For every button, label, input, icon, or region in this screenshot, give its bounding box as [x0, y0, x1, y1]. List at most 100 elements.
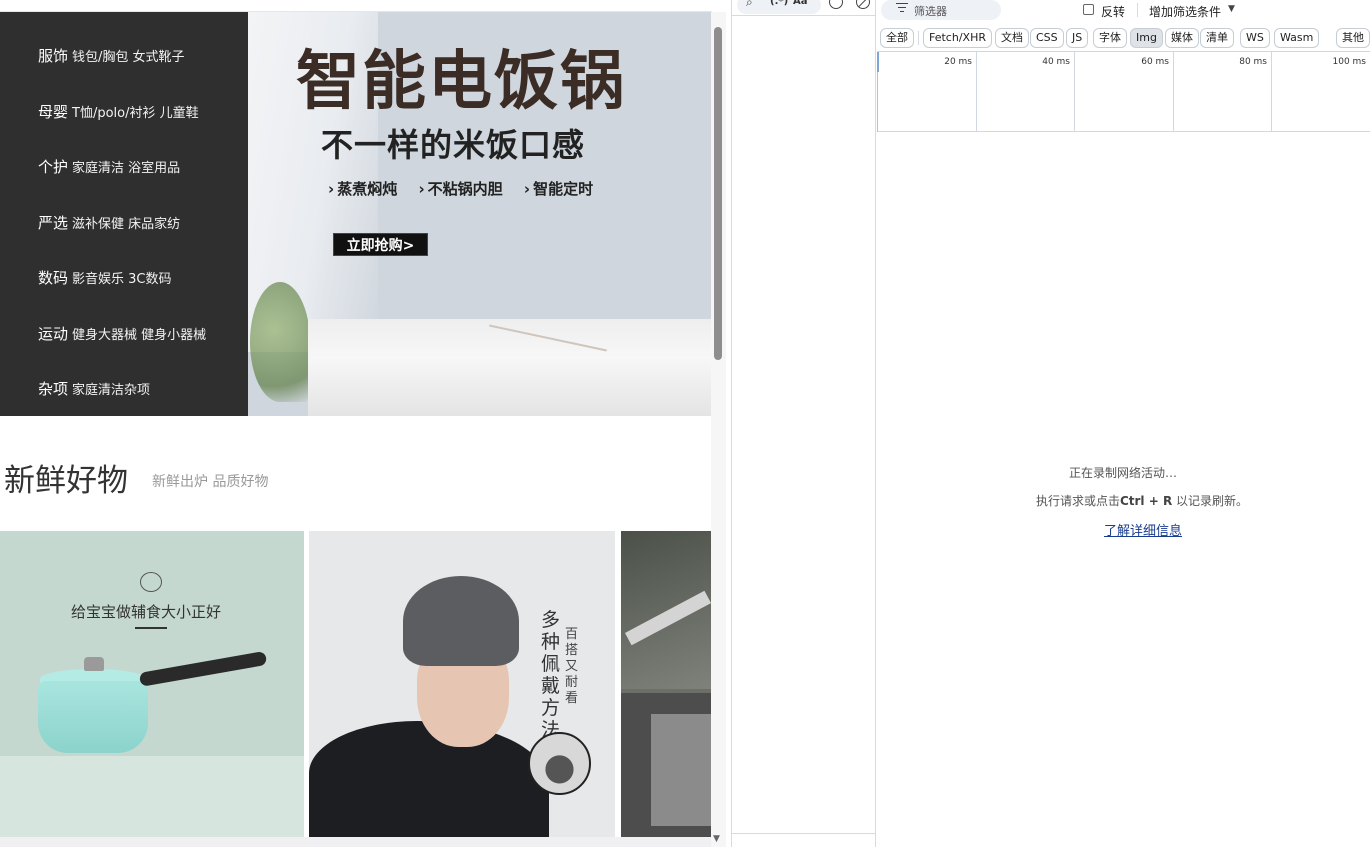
banner-feature: 智能定时 — [524, 180, 593, 198]
type-filter-chip[interactable]: 清单 — [1200, 28, 1234, 48]
section-subtitle: 新鲜出炉 品质好物 — [152, 474, 269, 490]
product-card-partial[interactable] — [621, 531, 711, 837]
invert-checkbox[interactable] — [1083, 4, 1094, 15]
type-filter-chip[interactable]: 其他 — [1336, 28, 1370, 48]
product-card-saucepan[interactable]: 给宝宝做辅食大小正好 — [0, 531, 304, 837]
column-divider — [732, 833, 876, 834]
browser-window: 服饰 钱包/胸包 女式靴子 母婴 T恤/polo/衬衫 儿童鞋 个护 家庭清洁 浴室用品严… — [0, 0, 1370, 847]
search-toolbar: ⌕ (.*) Aa — [732, 0, 876, 16]
recording-status: 正在录制网络活动… — [1068, 466, 1177, 480]
type-filter-chip[interactable]: WS — [1240, 28, 1270, 48]
category-subitems[interactable]: T恤/polo/衬衫 儿童鞋 — [72, 106, 199, 121]
invert-label[interactable]: 反转 — [1101, 3, 1125, 20]
learn-more-link[interactable]: 了解详细信息 — [876, 520, 1370, 539]
category-name[interactable]: 严选 — [38, 214, 68, 232]
model-jacket — [309, 721, 549, 837]
timeline-gridline — [1173, 52, 1174, 132]
banner-marble-surface — [308, 319, 711, 416]
hero-banner[interactable]: 智能电饭锅 不一样的米饭口感 蒸煮焖炖 不粘锅内胆 智能定时 立即抢购> — [248, 12, 711, 416]
match-case-toggle[interactable]: Aa — [793, 0, 808, 7]
timeline-gridline — [1271, 52, 1272, 132]
type-filter-chip[interactable]: Fetch/XHR — [923, 28, 992, 48]
banner-leaf-decoration — [250, 282, 310, 402]
banner-subtitle: 不一样的米饭口感 — [321, 126, 586, 164]
category-subitems[interactable]: 健身大器械 健身小器械 — [72, 328, 206, 343]
neck-gaiter-thumbnail — [528, 732, 591, 795]
page-bottom-strip — [0, 837, 711, 847]
type-filter-chip[interactable]: 字体 — [1093, 28, 1127, 48]
saucepan-handle — [138, 650, 268, 687]
type-filter-chip[interactable]: 全部 — [880, 28, 914, 48]
banner-features: 蒸煮焖炖 不粘锅内胆 智能定时 — [328, 178, 609, 199]
network-panel: 筛选器 反转 增加筛选条件 ▼ 全部 Fetch/XHR 文档 CSS JS 字体 Img 媒… — [876, 0, 1370, 847]
banner-title: 智能电饭锅 — [296, 45, 626, 119]
hint-suffix: 以记录刷新。 — [1176, 494, 1249, 508]
type-filter-chip[interactable]: Wasm — [1274, 28, 1320, 48]
page-scroll-thumb[interactable] — [714, 27, 722, 360]
timeline-tick-label: 40 ms — [1042, 57, 1070, 67]
web-page-viewport: 服饰 钱包/胸包 女式靴子 母婴 T恤/polo/衬衫 儿童鞋 个护 家庭清洁 浴室用品严… — [0, 0, 726, 847]
caret-down-icon[interactable]: ▼ — [1228, 4, 1235, 14]
regex-toggle[interactable]: (.*) — [770, 0, 788, 7]
category-name[interactable]: 杂项 — [38, 380, 68, 398]
type-filter-chip[interactable]: 文档 — [995, 28, 1029, 48]
category-name[interactable]: 母婴 — [38, 103, 68, 121]
category-subitems[interactable]: 钱包/胸包 女式靴子 — [72, 50, 185, 65]
category-subitems[interactable]: 滋补保健 床品家纺 — [72, 217, 180, 232]
caption-underline — [135, 627, 167, 629]
recording-hint: 执行请求或点击Ctrl + R 以记录刷新。 — [876, 492, 1370, 509]
more-filters-dropdown[interactable]: 增加筛选条件 — [1149, 3, 1221, 20]
saucepan-image — [38, 681, 148, 753]
toolbar-separator — [1137, 3, 1138, 17]
beanie-image — [403, 576, 519, 666]
refresh-icon[interactable] — [829, 0, 843, 9]
category-name[interactable]: 数码 — [38, 269, 68, 287]
category-item[interactable]: 个护 家庭清洁 浴室用品 — [38, 156, 180, 177]
filter-input[interactable]: 筛选器 — [881, 0, 1001, 20]
hint-prefix: 执行请求或点击 — [1035, 494, 1120, 508]
category-name[interactable]: 运动 — [38, 325, 68, 343]
product-card-beanie[interactable]: 多种佩戴方法 百搭又耐看 — [309, 531, 615, 837]
timeline-overview[interactable]: 20 ms 40 ms 60 ms 80 ms 100 ms — [877, 51, 1370, 132]
category-item[interactable]: 严选 滋补保健 床品家纺 — [38, 212, 180, 233]
category-name[interactable]: 个护 — [38, 158, 68, 176]
product-caption-side: 百搭又耐看 — [565, 627, 579, 706]
clear-icon[interactable] — [856, 0, 870, 9]
chip-separator — [918, 31, 919, 45]
type-filter-chip[interactable]: JS — [1066, 28, 1089, 48]
banner-feature: 蒸煮焖炖 — [328, 180, 397, 198]
filter-placeholder: 筛选器 — [914, 5, 947, 18]
category-item[interactable]: 服饰 钱包/胸包 女式靴子 — [38, 45, 185, 66]
baby-face-icon — [140, 572, 162, 592]
timeline-gridline — [1074, 52, 1075, 132]
timeline-tick-label: 100 ms — [1332, 57, 1367, 67]
product-screen — [651, 714, 711, 826]
category-menu: 服饰 钱包/胸包 女式靴子 母婴 T恤/polo/衬衫 儿童鞋 个护 家庭清洁 浴室用品严… — [0, 12, 248, 416]
category-subitems[interactable]: 家庭清洁杂项 — [72, 383, 150, 398]
timeline-tick-label: 20 ms — [944, 57, 972, 67]
scroll-down-arrow-icon[interactable]: ▼ — [713, 834, 720, 844]
product-caption-main: 多种佩戴方法 — [541, 609, 561, 741]
devtools-search-column: ⌕ (.*) Aa — [731, 0, 876, 847]
type-filter-chip[interactable]: 媒体 — [1165, 28, 1199, 48]
timeline-tick-label: 60 ms — [1141, 57, 1169, 67]
type-filter-chip[interactable]: CSS — [1030, 28, 1064, 48]
category-name[interactable]: 服饰 — [38, 47, 68, 65]
timeline-gridline — [976, 52, 977, 132]
page-scrollbar[interactable]: ▼ — [711, 12, 726, 847]
timeline-tick-label: 80 ms — [1239, 57, 1267, 67]
category-subitems[interactable]: 家庭清洁 浴室用品 — [72, 161, 180, 176]
category-item[interactable]: 运动 健身大器械 健身小器械 — [38, 323, 206, 344]
category-item[interactable]: 母婴 T恤/polo/衬衫 儿童鞋 — [38, 101, 199, 122]
hint-shortcut: Ctrl + R — [1119, 494, 1173, 508]
section-title: 新鲜好物 — [4, 463, 128, 499]
type-filter-chip[interactable]: Img — [1130, 28, 1163, 48]
buy-now-button[interactable]: 立即抢购> — [333, 233, 428, 256]
filter-icon — [896, 3, 908, 13]
product-caption: 给宝宝做辅食大小正好 — [71, 603, 222, 621]
product-image-table — [0, 756, 304, 837]
category-item[interactable]: 杂项 家庭清洁杂项 — [38, 378, 150, 399]
category-subitems[interactable]: 影音娱乐 3C数码 — [72, 272, 171, 287]
category-item[interactable]: 数码 影音娱乐 3C数码 — [38, 267, 172, 288]
saucepan-knob — [84, 657, 104, 671]
